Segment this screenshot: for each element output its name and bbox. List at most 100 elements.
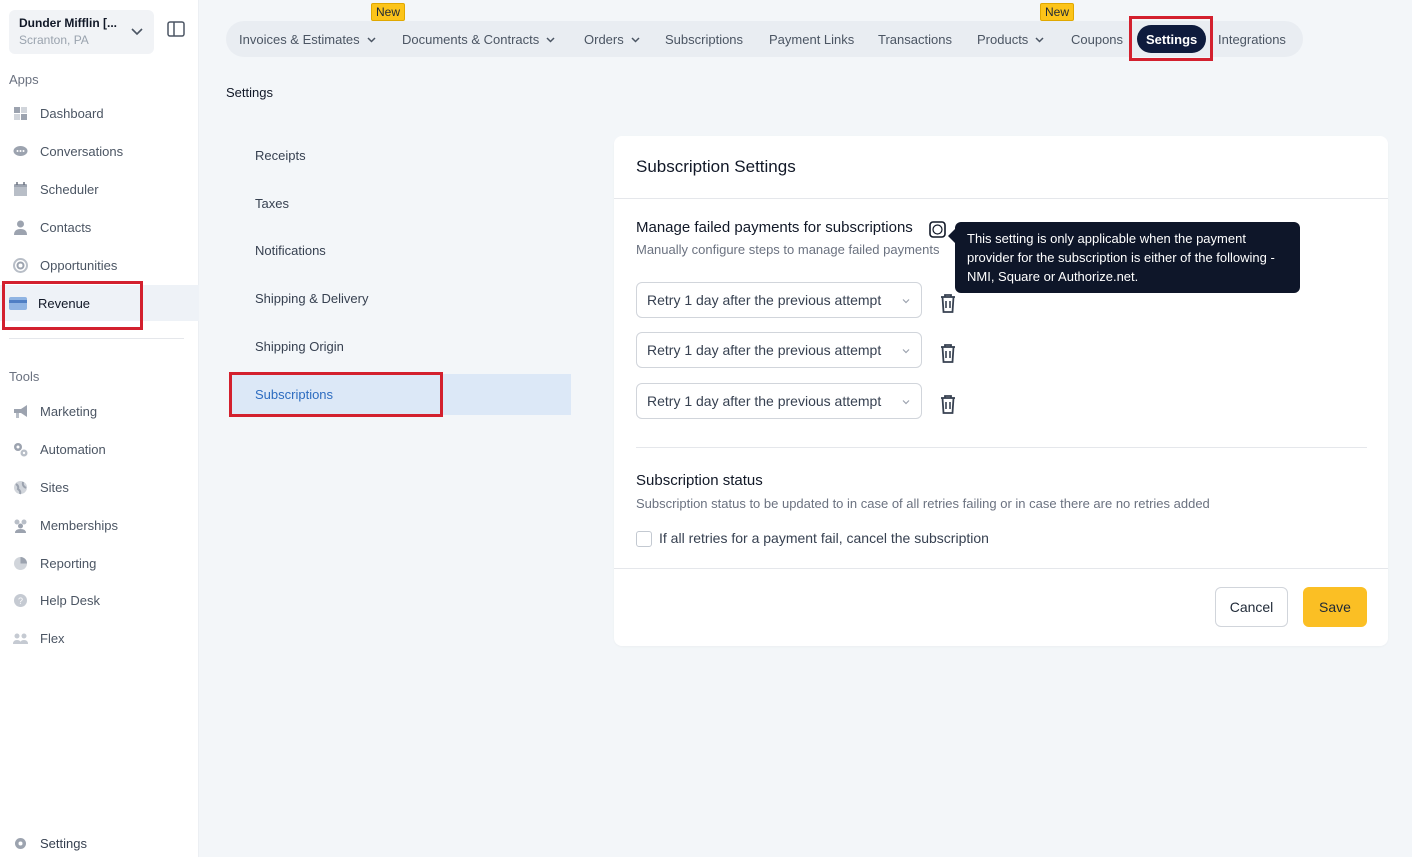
sidebar-collapse-icon[interactable] <box>167 21 185 37</box>
chevron-down-icon <box>902 349 910 354</box>
card-footer-divider <box>614 568 1388 569</box>
gear-icon <box>12 835 29 852</box>
sidebar-item-sites[interactable]: Sites <box>0 469 199 505</box>
chevron-down-icon <box>131 28 143 36</box>
sidebar-item-dashboard[interactable]: Dashboard <box>0 95 199 131</box>
sidebar-item-opportunities[interactable]: Opportunities <box>0 247 199 283</box>
sidebar-item-label: Contacts <box>40 219 92 235</box>
tooltip-arrow <box>948 229 955 243</box>
chevron-down-icon <box>902 400 910 405</box>
sidebar-item-scheduler[interactable]: Scheduler <box>0 171 199 207</box>
tab-products[interactable]: Products <box>977 21 1045 57</box>
sidebar: Dunder Mifflin [... Scranton, PA Apps Da… <box>0 0 199 857</box>
retry-select-2[interactable]: Retry 1 day after the previous attempt <box>636 332 922 368</box>
conversations-icon <box>12 143 29 160</box>
subscription-status-title: Subscription status <box>636 472 763 489</box>
sidebar-item-settings[interactable]: Settings <box>0 825 199 857</box>
card-title: Subscription Settings <box>636 157 796 176</box>
sidebar-item-label: Help Desk <box>40 592 100 608</box>
tab-subscriptions[interactable]: Subscriptions <box>665 21 743 57</box>
settings-menu-receipts[interactable]: Receipts <box>229 135 571 176</box>
pie-chart-icon <box>12 555 29 572</box>
tab-label: Coupons <box>1071 31 1124 47</box>
tab-label: Orders <box>584 31 624 47</box>
account-switcher[interactable]: Dunder Mifflin [... Scranton, PA <box>9 10 154 54</box>
subscription-settings-card: Subscription Settings Manage failed paym… <box>614 136 1388 646</box>
tab-label: Transactions <box>878 31 952 47</box>
sidebar-item-label: Revenue <box>38 295 91 311</box>
settings-menu-taxes[interactable]: Taxes <box>229 183 571 224</box>
sidebar-item-label: Automation <box>40 441 106 457</box>
sidebar-item-label: Reporting <box>40 555 97 571</box>
sidebar-item-label: Sites <box>40 479 69 495</box>
account-location: Scranton, PA <box>19 33 89 47</box>
tab-label: Integrations <box>1218 31 1286 47</box>
tab-settings[interactable]: Settings <box>1137 25 1207 53</box>
globe-icon <box>12 479 29 496</box>
sidebar-item-automation[interactable]: Automation <box>0 431 199 467</box>
sidebar-item-help-desk[interactable]: ? Help Desk <box>0 582 199 618</box>
sidebar-divider <box>9 338 184 339</box>
section-divider <box>636 447 1367 448</box>
tab-label: Subscriptions <box>665 31 744 47</box>
sidebar-item-marketing[interactable]: Marketing <box>0 393 199 429</box>
card-header-divider <box>614 198 1388 199</box>
info-tooltip: This setting is only applicable when the… <box>955 222 1300 293</box>
tab-documents-contracts[interactable]: Documents & Contracts <box>402 21 556 57</box>
tab-label: Products <box>977 31 1029 47</box>
apps-section-label: Apps <box>9 72 39 87</box>
sidebar-item-conversations[interactable]: Conversations <box>0 133 199 169</box>
sidebar-item-revenue[interactable]: Revenue <box>0 285 199 321</box>
gears-icon <box>12 441 29 458</box>
settings-menu-shipping-origin[interactable]: Shipping Origin <box>229 326 571 367</box>
chevron-down-icon <box>902 299 910 304</box>
trash-icon[interactable] <box>937 292 959 314</box>
tab-coupons[interactable]: Coupons <box>1071 21 1123 57</box>
retry-select-1[interactable]: Retry 1 day after the previous attempt <box>636 282 922 318</box>
tab-label: Documents & Contracts <box>402 31 540 47</box>
settings-menu-subscriptions[interactable]: Subscriptions <box>229 374 571 415</box>
retry-select-value: Retry 1 day after the previous attempt <box>647 292 882 308</box>
sidebar-item-label: Memberships <box>40 517 119 533</box>
tab-label: Invoices & Estimates <box>239 31 360 47</box>
new-badge: New <box>1040 3 1075 21</box>
info-icon[interactable] <box>929 221 946 238</box>
trash-icon[interactable] <box>937 393 959 415</box>
help-icon: ? <box>12 592 29 609</box>
person-icon <box>12 219 29 236</box>
group-icon <box>12 630 29 647</box>
tab-orders[interactable]: Orders <box>584 21 641 57</box>
tab-payment-links[interactable]: Payment Links <box>769 21 854 57</box>
cancel-subscription-label[interactable]: If all retries for a payment fail, cance… <box>659 530 989 546</box>
page-title: Settings <box>226 85 273 100</box>
tools-section-label: Tools <box>9 369 40 384</box>
retry-select-value: Retry 1 day after the previous attempt <box>647 393 882 409</box>
tab-transactions[interactable]: Transactions <box>878 21 952 57</box>
sidebar-item-flex[interactable]: Flex <box>0 620 199 656</box>
calendar-icon <box>12 181 29 198</box>
settings-menu-notifications[interactable]: Notifications <box>229 230 571 271</box>
cancel-subscription-checkbox[interactable] <box>636 531 652 547</box>
chevron-down-icon <box>546 36 555 43</box>
megaphone-icon <box>12 403 29 420</box>
chevron-down-icon <box>631 36 640 43</box>
sidebar-item-contacts[interactable]: Contacts <box>0 209 199 245</box>
sidebar-item-memberships[interactable]: Memberships <box>0 507 199 543</box>
sidebar-item-label: Conversations <box>40 143 124 159</box>
tab-invoices-estimates[interactable]: Invoices & Estimates <box>239 21 377 57</box>
cancel-button[interactable]: Cancel <box>1215 587 1288 627</box>
retry-select-value: Retry 1 day after the previous attempt <box>647 342 882 358</box>
sidebar-item-label: Opportunities <box>40 257 118 273</box>
new-badge: New <box>371 3 406 21</box>
tab-integrations[interactable]: Integrations <box>1218 21 1286 57</box>
chevron-down-icon <box>367 36 376 43</box>
sidebar-item-reporting[interactable]: Reporting <box>0 545 199 581</box>
settings-menu-shipping-delivery[interactable]: Shipping & Delivery <box>229 278 571 319</box>
retry-select-3[interactable]: Retry 1 day after the previous attempt <box>636 383 922 419</box>
svg-text:?: ? <box>18 596 23 606</box>
target-icon <box>12 257 29 274</box>
dashboard-icon <box>12 105 29 122</box>
save-button[interactable]: Save <box>1303 587 1367 627</box>
credit-card-icon <box>9 295 27 312</box>
trash-icon[interactable] <box>937 342 959 364</box>
